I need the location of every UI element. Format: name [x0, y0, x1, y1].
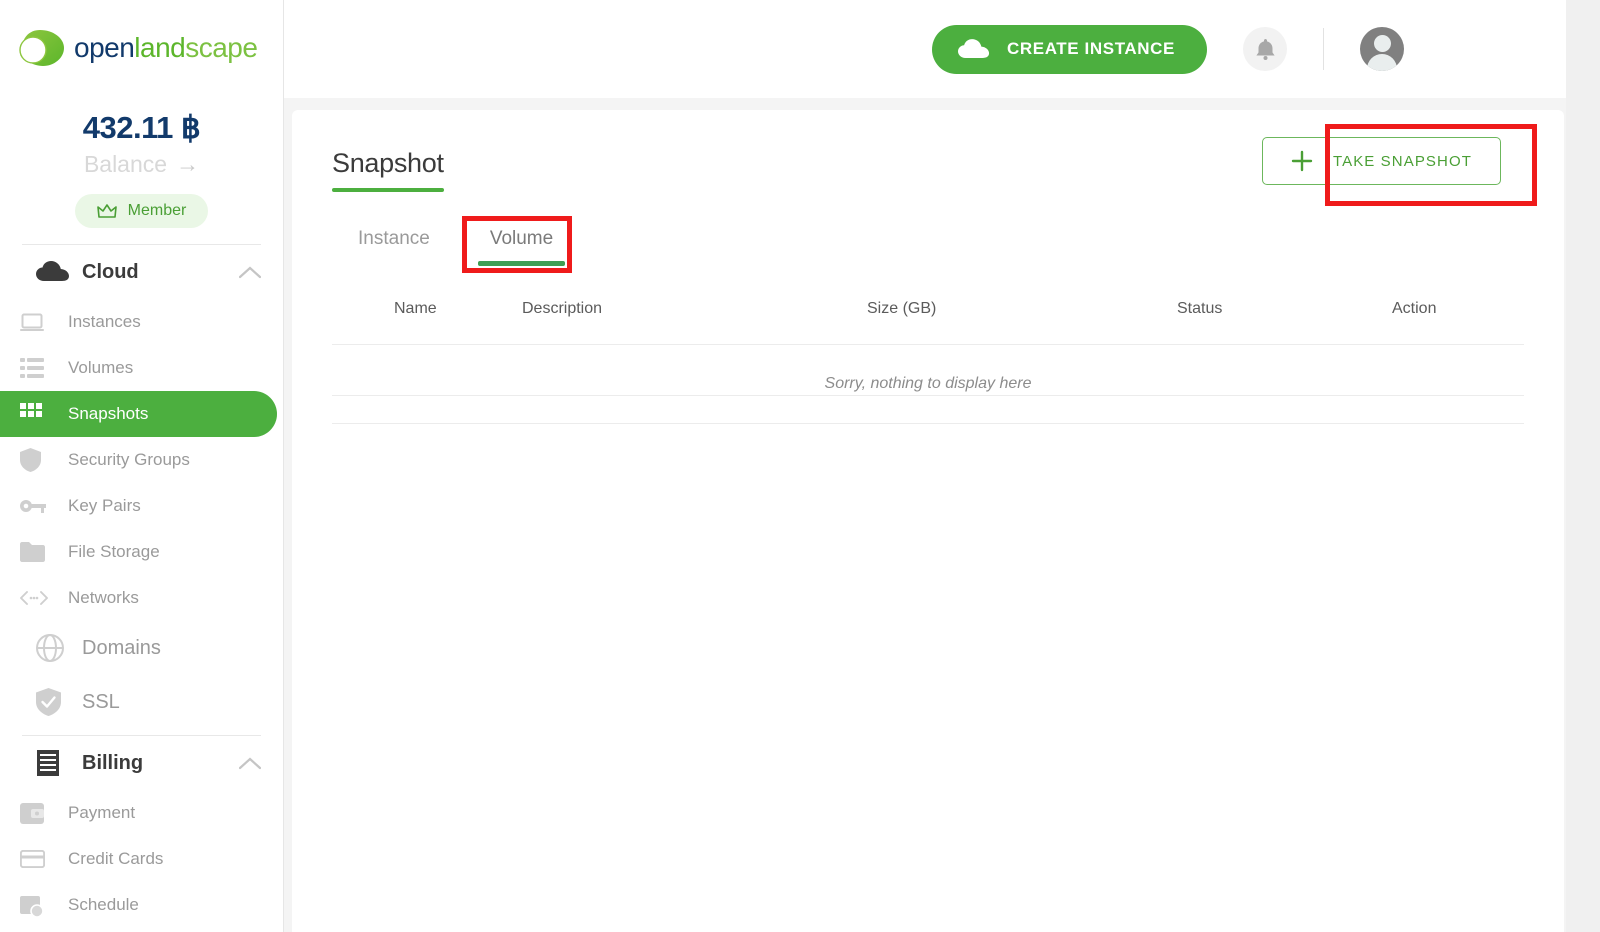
sidebar-item-label: Domains [82, 636, 161, 659]
empty-state-message: Sorry, nothing to display here [332, 344, 1524, 424]
shield-check-icon [36, 688, 82, 716]
sidebar-item-volumes[interactable]: Volumes [0, 345, 277, 391]
bell-icon [1255, 38, 1275, 60]
sidebar-group-billing[interactable]: Billing [0, 736, 283, 790]
balance-label: Balance [83, 151, 168, 177]
take-snapshot-label: TAKE SNAPSHOT [1332, 152, 1472, 170]
table-header-row: Name Description Size (GB) Status Action [332, 266, 1524, 345]
sidebar-item-label: Networks [68, 588, 139, 607]
column-header-name: Name [394, 300, 437, 317]
sidebar: openlandscape 432.11 ฿ Balance → Member … [0, 0, 284, 932]
tab-instance-label: Instance [358, 228, 430, 249]
create-instance-label: CREATE INSTANCE [1007, 39, 1175, 58]
sidebar-group-cloud-label: Cloud [82, 260, 139, 283]
sidebar-item-label: Schedule [68, 895, 139, 914]
take-snapshot-button[interactable]: TAKE SNAPSHOT [1261, 137, 1501, 185]
member-badge: Member [74, 194, 209, 228]
table-empty-row: Sorry, nothing to display here [332, 344, 1524, 424]
chevron-up-icon [239, 266, 261, 279]
folder-icon [20, 542, 68, 562]
globe-icon [36, 634, 82, 662]
tab-bar: Instance Volume [328, 218, 1564, 266]
main-area: CREATE INSTANCE Snapshot Instance Volume… [284, 0, 1600, 932]
tab-volume-label: Volume [489, 228, 554, 249]
laptop-icon [20, 313, 68, 332]
sidebar-item-payment[interactable]: Payment [0, 790, 277, 836]
sidebar-item-label: Key Pairs [68, 496, 141, 515]
sidebar-item-domains[interactable]: Domains [0, 621, 283, 675]
brand-logo[interactable]: openlandscape [0, 0, 283, 96]
sidebar-item-ssl[interactable]: SSL [0, 675, 283, 729]
balance-link[interactable]: Balance → [0, 151, 283, 178]
sidebar-item-label: Instances [68, 312, 141, 331]
user-avatar-icon[interactable] [1360, 27, 1404, 71]
credit-card-icon [20, 850, 68, 868]
sidebar-item-label: Snapshots [68, 404, 149, 423]
leaf-circle-logo-icon [14, 27, 70, 69]
tab-instance[interactable]: Instance [328, 218, 460, 266]
chevron-up-icon [239, 757, 261, 770]
snapshot-table: Name Description Size (GB) Status Action… [332, 266, 1524, 424]
sidebar-item-credit-cards[interactable]: Credit Cards [0, 836, 277, 882]
calendar-clock-icon [20, 894, 68, 917]
right-edge-strip [1566, 0, 1600, 932]
cloud-icon [958, 38, 990, 60]
wallet-icon [20, 802, 68, 824]
balance-block: 432.11 ฿ Balance → Member [0, 96, 283, 228]
app-root: openlandscape 432.11 ฿ Balance → Member … [0, 0, 1600, 932]
server-stack-icon [20, 358, 68, 378]
sidebar-item-networks[interactable]: Networks [0, 575, 277, 621]
plus-icon [1291, 150, 1313, 172]
arrow-right-icon: → [176, 151, 200, 177]
sidebar-item-label: Payment [68, 803, 136, 822]
grid-icon [20, 403, 68, 425]
crown-icon [96, 203, 117, 219]
sidebar-item-label: Volumes [68, 358, 134, 377]
tab-bar-divider [332, 395, 1524, 396]
sidebar-item-key-pairs[interactable]: Key Pairs [0, 483, 277, 529]
notification-button[interactable] [1243, 27, 1287, 71]
logo-text-open: open [74, 32, 135, 63]
brand-wordmark: openlandscape [74, 32, 258, 64]
sidebar-item-file-storage[interactable]: File Storage [0, 529, 277, 575]
page-title-underline [332, 188, 444, 192]
content-card: Snapshot Instance Volume Name Descriptio… [292, 110, 1564, 932]
sidebar-item-label: File Storage [68, 542, 160, 561]
balance-amount: 432.11 ฿ [82, 110, 201, 145]
logo-text-land: land [134, 32, 186, 63]
column-header-status: Status [1177, 300, 1223, 317]
sidebar-item-security-groups[interactable]: Security Groups [0, 437, 277, 483]
topbar-divider [1323, 28, 1324, 70]
top-bar: CREATE INSTANCE [284, 0, 1600, 98]
sidebar-item-instances[interactable]: Instances [0, 299, 277, 345]
code-brackets-icon [20, 591, 68, 605]
column-header-size: Size (GB) [867, 300, 937, 317]
key-icon [20, 499, 68, 513]
sidebar-group-cloud[interactable]: Cloud [0, 245, 283, 299]
column-header-description: Description [522, 300, 603, 317]
sidebar-item-label: SSL [82, 690, 120, 713]
sidebar-item-schedule[interactable]: Schedule [0, 882, 277, 928]
create-instance-button[interactable]: CREATE INSTANCE [932, 24, 1207, 74]
tab-volume[interactable]: Volume [460, 218, 583, 266]
sidebar-group-billing-label: Billing [82, 751, 144, 774]
sidebar-item-label: Credit Cards [68, 849, 164, 868]
receipt-icon [36, 749, 82, 777]
sidebar-item-label: Security Groups [68, 450, 190, 469]
cloud-icon [36, 261, 82, 283]
column-header-action: Action [1392, 300, 1437, 317]
sidebar-item-snapshots[interactable]: Snapshots [0, 391, 277, 437]
logo-text-scape: scape [185, 32, 258, 63]
member-badge-label: Member [127, 202, 187, 219]
shield-icon [20, 448, 68, 472]
